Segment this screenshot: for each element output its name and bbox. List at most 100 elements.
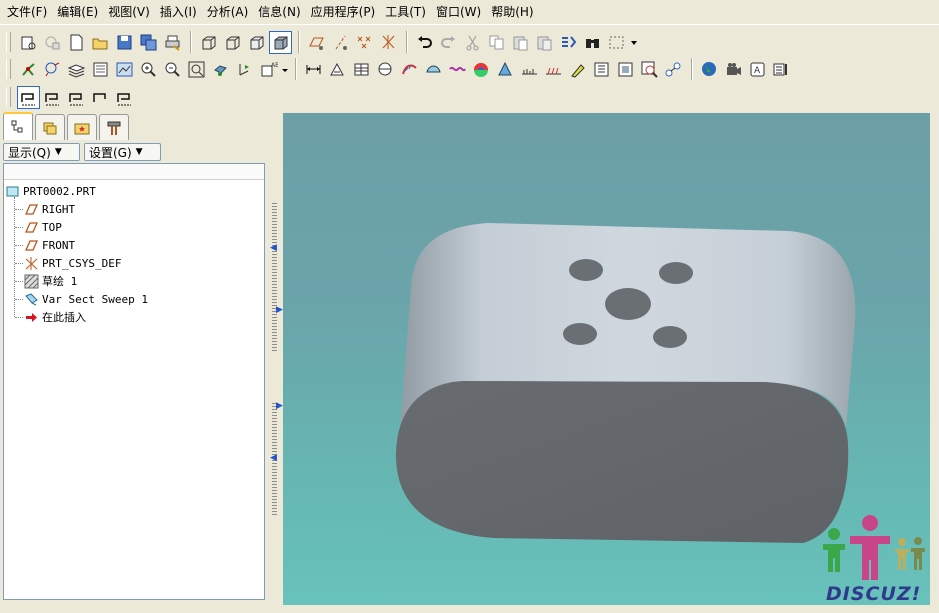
- undo-icon[interactable]: [413, 31, 436, 54]
- orient-icon[interactable]: [41, 31, 64, 54]
- toolbar-grip[interactable]: [6, 87, 11, 107]
- refit-icon[interactable]: [185, 58, 208, 81]
- print-icon[interactable]: [161, 31, 184, 54]
- deviation-icon[interactable]: [518, 58, 541, 81]
- show-dropdown[interactable]: 显示(Q) ▼: [3, 143, 80, 161]
- menu-info[interactable]: 信息(N): [253, 0, 305, 25]
- menu-tools[interactable]: 工具(T): [380, 0, 431, 25]
- menu-applications[interactable]: 应用程序(P): [306, 0, 381, 25]
- parameters-icon[interactable]: [770, 58, 793, 81]
- view-manager-icon[interactable]: [233, 58, 256, 81]
- pan-zoom-icon[interactable]: [41, 58, 64, 81]
- model-tree[interactable]: PRT0002.PRT RIGHT TOP FRONT PRT_CSYS_DEF…: [3, 163, 265, 600]
- tree-item-right[interactable]: RIGHT: [24, 200, 75, 218]
- model-analysis-icon[interactable]: [326, 58, 349, 81]
- paste-icon[interactable]: [509, 31, 532, 54]
- menu-view[interactable]: 视图(V): [103, 0, 155, 25]
- paste-special-icon[interactable]: [533, 31, 556, 54]
- dihedral-angle-icon[interactable]: [542, 58, 565, 81]
- regenerate-icon[interactable]: [557, 31, 580, 54]
- layers-icon[interactable]: [65, 58, 88, 81]
- web-browser-icon[interactable]: [698, 58, 721, 81]
- toolbar-grip[interactable]: [6, 32, 11, 52]
- curve-analysis-icon[interactable]: [446, 58, 469, 81]
- tree-icon: [11, 120, 23, 133]
- tree-item-label: Var Sect Sweep 1: [42, 292, 148, 306]
- menu-window[interactable]: 窗口(W): [431, 0, 486, 25]
- measure-icon[interactable]: [302, 58, 325, 81]
- save-icon[interactable]: [113, 31, 136, 54]
- shaded-curvature-icon[interactable]: [470, 58, 493, 81]
- references-icon[interactable]: [662, 58, 685, 81]
- sketch-mode-icon[interactable]: [17, 85, 40, 109]
- slope-icon[interactable]: [566, 58, 589, 81]
- model-tree-icon[interactable]: [89, 58, 112, 81]
- datum-axis-display-icon[interactable]: [329, 31, 352, 54]
- repaint-icon[interactable]: [17, 31, 40, 54]
- separator: [190, 31, 192, 53]
- save-copy-icon[interactable]: [137, 31, 160, 54]
- trajectory-icon[interactable]: [89, 86, 112, 109]
- splitter-grip[interactable]: [272, 203, 277, 353]
- menu-insert[interactable]: 插入(I): [155, 0, 202, 25]
- tree-root[interactable]: PRT0002.PRT: [5, 182, 96, 200]
- var-sect-sweep-icon[interactable]: [113, 86, 136, 109]
- collapse-left-icon[interactable]: ◀: [270, 243, 278, 253]
- chevron-down-icon[interactable]: [629, 31, 639, 54]
- saved-views-icon[interactable]: [113, 58, 136, 81]
- find-binoculars-icon[interactable]: [581, 31, 604, 54]
- spin-center-icon[interactable]: [17, 58, 40, 81]
- zoom-out-icon[interactable]: [161, 58, 184, 81]
- tree-item-insert-here[interactable]: 在此插入: [24, 308, 86, 326]
- collapse-left-icon[interactable]: ◀: [270, 453, 278, 463]
- tree-item-sketch[interactable]: 草绘 1: [24, 272, 77, 290]
- draft-analysis-icon[interactable]: [494, 58, 517, 81]
- annotation-icon[interactable]: A: [746, 58, 769, 81]
- menu-edit[interactable]: 编辑(E): [52, 0, 103, 25]
- feature-info-icon[interactable]: [614, 58, 637, 81]
- sweep-tool-icon[interactable]: [41, 86, 64, 109]
- cut-icon[interactable]: [461, 31, 484, 54]
- datum-plane-display-icon[interactable]: [305, 31, 328, 54]
- menu-analysis[interactable]: 分析(A): [202, 0, 254, 25]
- zoom-in-icon[interactable]: [137, 58, 160, 81]
- tab-favorites[interactable]: [67, 114, 97, 140]
- hole: [659, 262, 693, 284]
- blend-tool-icon[interactable]: [65, 86, 88, 109]
- curvature-icon[interactable]: [398, 58, 421, 81]
- chevron-down-icon[interactable]: [281, 58, 289, 81]
- coordinate-system-display-icon[interactable]: [377, 31, 400, 54]
- reorient-icon[interactable]: [209, 58, 232, 81]
- tree-item-var-sect-sweep[interactable]: Var Sect Sweep 1: [24, 290, 148, 308]
- menu-help[interactable]: 帮助(H): [486, 0, 538, 25]
- tab-model-tree[interactable]: [3, 112, 33, 140]
- section-icon[interactable]: [374, 58, 397, 81]
- settings-dropdown[interactable]: 设置(G) ▼: [84, 143, 161, 161]
- hidden-line-icon[interactable]: [221, 31, 244, 54]
- shaded-view-icon[interactable]: [269, 30, 292, 54]
- model-info-icon[interactable]: [638, 58, 661, 81]
- new-file-icon[interactable]: [65, 31, 88, 54]
- tree-item-top[interactable]: TOP: [24, 218, 62, 236]
- select-box-icon[interactable]: [605, 31, 628, 54]
- copy-icon[interactable]: [485, 31, 508, 54]
- toolbar-grip[interactable]: [6, 59, 11, 79]
- tree-item-front[interactable]: FRONT: [24, 236, 75, 254]
- no-hidden-icon[interactable]: [245, 31, 268, 54]
- panel-splitter[interactable]: ◀ ▶ ▶ ◀: [268, 113, 283, 603]
- tab-connections[interactable]: [99, 114, 129, 140]
- wireframe-view-icon[interactable]: [197, 31, 220, 54]
- tree-item-csys[interactable]: PRT_CSYS_DEF: [24, 254, 121, 272]
- datum-point-display-icon[interactable]: [353, 31, 376, 54]
- tab-folder-browser[interactable]: [35, 114, 65, 140]
- animation-camera-icon[interactable]: [722, 58, 745, 81]
- tree-column-header[interactable]: [4, 164, 264, 180]
- info-table-icon[interactable]: [590, 58, 613, 81]
- separator: [298, 31, 300, 53]
- redo-icon[interactable]: [437, 31, 460, 54]
- display-style-icon[interactable]: AB: [257, 58, 280, 81]
- surface-analysis-icon[interactable]: [422, 58, 445, 81]
- open-folder-icon[interactable]: [89, 31, 112, 54]
- mass-properties-icon[interactable]: [350, 58, 373, 81]
- menu-file[interactable]: 文件(F): [2, 0, 52, 25]
